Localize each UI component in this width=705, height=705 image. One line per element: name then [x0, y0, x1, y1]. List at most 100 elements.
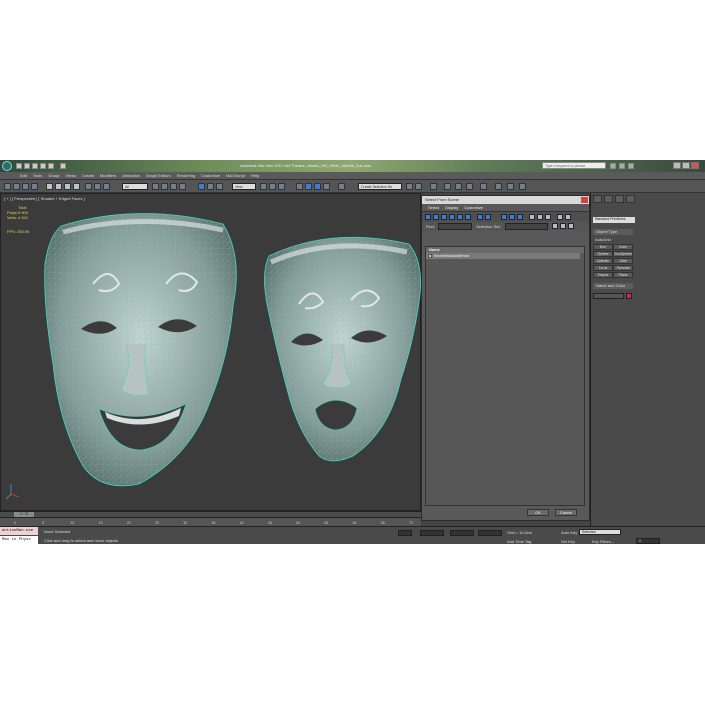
select-manipulate-icon[interactable] [269, 183, 276, 190]
undo-tool-icon[interactable] [4, 183, 11, 190]
select-object-icon[interactable] [46, 183, 53, 190]
auto-key-label[interactable]: Auto Key [561, 530, 577, 535]
select-region-icon[interactable] [64, 183, 71, 190]
pyramid-button[interactable]: Pyramid [613, 265, 633, 271]
menu-help[interactable]: Help [251, 172, 259, 180]
select-all-icon[interactable] [552, 223, 558, 229]
window-crossing-toggle-icon[interactable] [179, 183, 186, 190]
box-button[interactable]: Box [593, 244, 613, 250]
display-xrefs-icon[interactable] [485, 214, 491, 220]
menu-animation[interactable]: Animation [122, 172, 140, 180]
dialog-title-bar[interactable]: Select From Scene [422, 196, 589, 204]
filter-icon[interactable] [557, 214, 563, 220]
layer-manager-icon[interactable] [430, 183, 437, 190]
name-and-color-rollout[interactable]: Name and Color [593, 283, 633, 289]
redo-icon[interactable] [48, 163, 54, 169]
edit-named-selection-icon[interactable] [338, 183, 345, 190]
sphere-button[interactable]: Sphere [593, 251, 613, 257]
display-none-icon[interactable] [537, 214, 543, 220]
maxscript-input-mini[interactable]: Max to Physx [0, 536, 38, 544]
current-frame-field[interactable]: 0 [636, 538, 660, 544]
scene-render[interactable] [1, 194, 422, 512]
cylinder-button[interactable]: Cylinder [593, 258, 613, 264]
star-icon[interactable] [619, 163, 625, 169]
link-icon[interactable] [22, 183, 29, 190]
align-icon[interactable] [415, 183, 422, 190]
menu-views[interactable]: Views [65, 172, 76, 180]
display-invert-icon[interactable] [545, 214, 551, 220]
snaps-toggle-icon[interactable] [296, 183, 303, 190]
display-bones-icon[interactable] [501, 214, 507, 220]
dialog-menu-customize[interactable]: Customize [464, 204, 483, 212]
open-file-icon[interactable] [24, 163, 30, 169]
graphite-ribbon-icon[interactable] [444, 183, 451, 190]
pivot-center-icon[interactable] [260, 183, 267, 190]
reference-coordinate-dropdown[interactable]: View [232, 183, 256, 190]
app-logo-icon[interactable] [2, 161, 12, 171]
render-production-icon[interactable] [519, 183, 526, 190]
mirror-icon[interactable] [406, 183, 413, 190]
menu-maxscript[interactable]: MAXScript [226, 172, 245, 180]
comedy-mask[interactable] [44, 213, 237, 487]
angle-snap-icon[interactable] [305, 183, 312, 190]
display-helpers-icon[interactable] [457, 214, 463, 220]
select-none-icon[interactable] [560, 223, 566, 229]
display-lights-icon[interactable] [441, 214, 447, 220]
search-input[interactable]: Type a keyword or phrase [542, 162, 606, 169]
unlink-tool-icon[interactable] [103, 183, 110, 190]
torus-button[interactable]: Torus [593, 265, 613, 271]
menu-create[interactable]: Create [82, 172, 94, 180]
select-icon[interactable] [152, 183, 159, 190]
bind-space-warp-icon[interactable] [85, 183, 92, 190]
lock-selection-icon[interactable] [398, 530, 412, 536]
create-tab-icon[interactable] [593, 195, 602, 203]
display-cameras-icon[interactable] [449, 214, 455, 220]
utilities-tab-icon[interactable] [626, 195, 635, 203]
primitive-category-dropdown[interactable]: Standard Primitives [593, 217, 635, 223]
display-all-icon[interactable] [529, 214, 535, 220]
curve-editor-icon[interactable] [455, 183, 462, 190]
minimize-button[interactable] [673, 162, 681, 169]
schematic-view-icon[interactable] [466, 183, 473, 190]
dialog-close-button[interactable] [581, 197, 588, 203]
display-frozen-icon[interactable] [517, 214, 523, 220]
hierarchy-tab-icon[interactable] [615, 195, 624, 203]
menu-modifiers[interactable]: Modifiers [100, 172, 116, 180]
display-geometry-icon[interactable] [425, 214, 431, 220]
percent-snap-icon[interactable] [314, 183, 321, 190]
key-filters-button[interactable]: Key Filters... [592, 539, 614, 544]
rendered-frame-window-icon[interactable] [507, 183, 514, 190]
cancel-button[interactable]: Cancel [555, 509, 577, 516]
menu-tools[interactable]: Tools [33, 172, 42, 180]
menu-rendering[interactable]: Rendering [177, 172, 195, 180]
selection-filter-dropdown[interactable]: All [122, 183, 148, 190]
object-color-swatch[interactable] [626, 293, 632, 299]
key-mode-dropdown[interactable]: Selected [579, 529, 621, 535]
menu-group[interactable]: Group [48, 172, 59, 180]
tube-button[interactable]: Tube [613, 258, 633, 264]
selection-set-dropdown[interactable] [505, 223, 548, 230]
maxscript-listener-mini[interactable]: actionMan.exe [0, 527, 38, 535]
save-file-icon[interactable] [32, 163, 38, 169]
named-selection-set-dropdown[interactable]: Create Selection Se [358, 183, 402, 190]
geosphere-button[interactable]: GeoSphere [613, 251, 633, 257]
undo-icon[interactable] [40, 163, 46, 169]
object-name-field[interactable] [593, 293, 624, 299]
list-item[interactable]: theatreMasksMrmar [426, 253, 580, 259]
search-icon[interactable] [610, 163, 616, 169]
set-key-label[interactable]: Set Key [561, 539, 575, 544]
project-folder-icon[interactable] [60, 163, 66, 169]
y-coordinate-field[interactable] [450, 530, 474, 536]
dialog-menu-select[interactable]: Select [428, 204, 439, 212]
rectangular-selection-icon[interactable] [170, 183, 177, 190]
dialog-menu-display[interactable]: Display [445, 204, 458, 212]
new-file-icon[interactable] [16, 163, 22, 169]
keyboard-shortcut-icon[interactable] [278, 183, 285, 190]
z-coordinate-field[interactable] [478, 530, 502, 536]
menu-graph-editors[interactable]: Graph Editors [146, 172, 171, 180]
close-button[interactable] [691, 162, 699, 169]
perspective-viewport[interactable]: [ + ] [ Perspective ] [ Shaded + Edged F… [0, 193, 422, 512]
x-coordinate-field[interactable] [420, 530, 444, 536]
add-time-tag[interactable]: Add Time Tag [507, 539, 531, 544]
redo-tool-icon[interactable] [13, 183, 20, 190]
